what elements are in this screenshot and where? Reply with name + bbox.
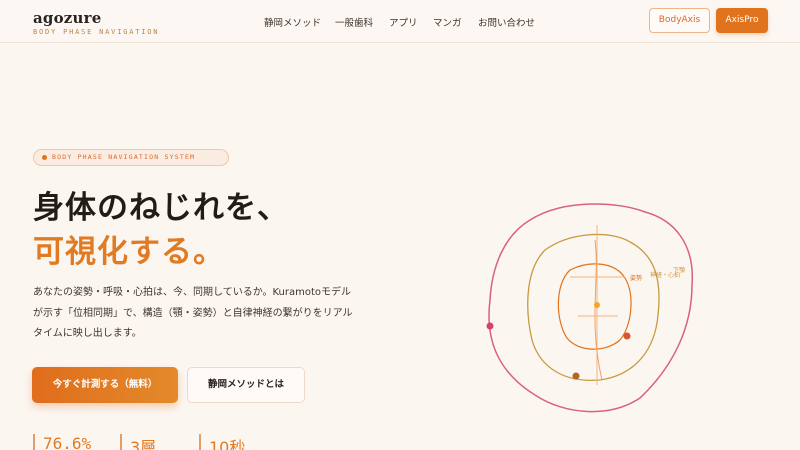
node-left bbox=[486, 322, 494, 330]
label-posture: 姿勢 bbox=[630, 274, 642, 282]
hero-description-line3: タイムに映し出します。 bbox=[33, 328, 142, 339]
stat-seconds: 10秒 bbox=[199, 434, 245, 450]
phase-sync-visualization: 下顎 姿勢 神経・心拍 bbox=[486, 203, 694, 413]
bodyaxis-button[interactable]: BodyAxis bbox=[649, 8, 710, 33]
node-center bbox=[594, 302, 600, 308]
stat-layers: 3層 bbox=[120, 434, 156, 450]
measure-now-button[interactable]: 今すぐ計測する（無料） bbox=[32, 367, 178, 403]
nav-item-shizuoka-method[interactable]: 静岡メソッド bbox=[264, 15, 321, 29]
badge-dot-icon bbox=[42, 155, 47, 160]
logo-tagline: BODY PHASE NAVIGATION bbox=[33, 28, 160, 36]
axispro-button[interactable]: AxisPro bbox=[716, 8, 768, 33]
label-nerve-heart: 神経・心拍 bbox=[650, 271, 680, 279]
badge-label: BODY PHASE NAVIGATION SYSTEM bbox=[52, 153, 196, 161]
stat-percentage: 76.6% bbox=[33, 434, 91, 450]
nav-item-app[interactable]: アプリ bbox=[389, 15, 418, 29]
node-right bbox=[623, 332, 631, 340]
hero-title-line1: 身体のねじれを、 bbox=[33, 190, 289, 226]
node-bottom bbox=[572, 372, 580, 380]
hero-title-line2: 可視化する。 bbox=[33, 234, 225, 270]
system-badge: BODY PHASE NAVIGATION SYSTEM bbox=[33, 149, 229, 166]
hero-description-line1: あなたの姿勢・呼吸・心拍は、今、同期しているか。Kuramotoモデル bbox=[33, 287, 352, 298]
hero-description-line2: が示す「位相同期」で、構造（顎・姿勢）と自律神経の繋がりをリアル bbox=[33, 308, 353, 319]
phase-wave-line bbox=[594, 239, 603, 381]
site-header: agozure BODY PHASE NAVIGATION 静岡メソッド 一般歯… bbox=[0, 0, 800, 43]
nav-item-contact[interactable]: お問い合わせ bbox=[478, 15, 535, 29]
nav-item-general-dentistry[interactable]: 一般歯科 bbox=[335, 15, 373, 29]
middle-ring bbox=[527, 233, 660, 382]
about-method-button[interactable]: 静岡メソッドとは bbox=[187, 367, 305, 403]
logo[interactable]: agozure bbox=[33, 9, 101, 27]
nav-item-manga[interactable]: マンガ bbox=[433, 15, 462, 29]
